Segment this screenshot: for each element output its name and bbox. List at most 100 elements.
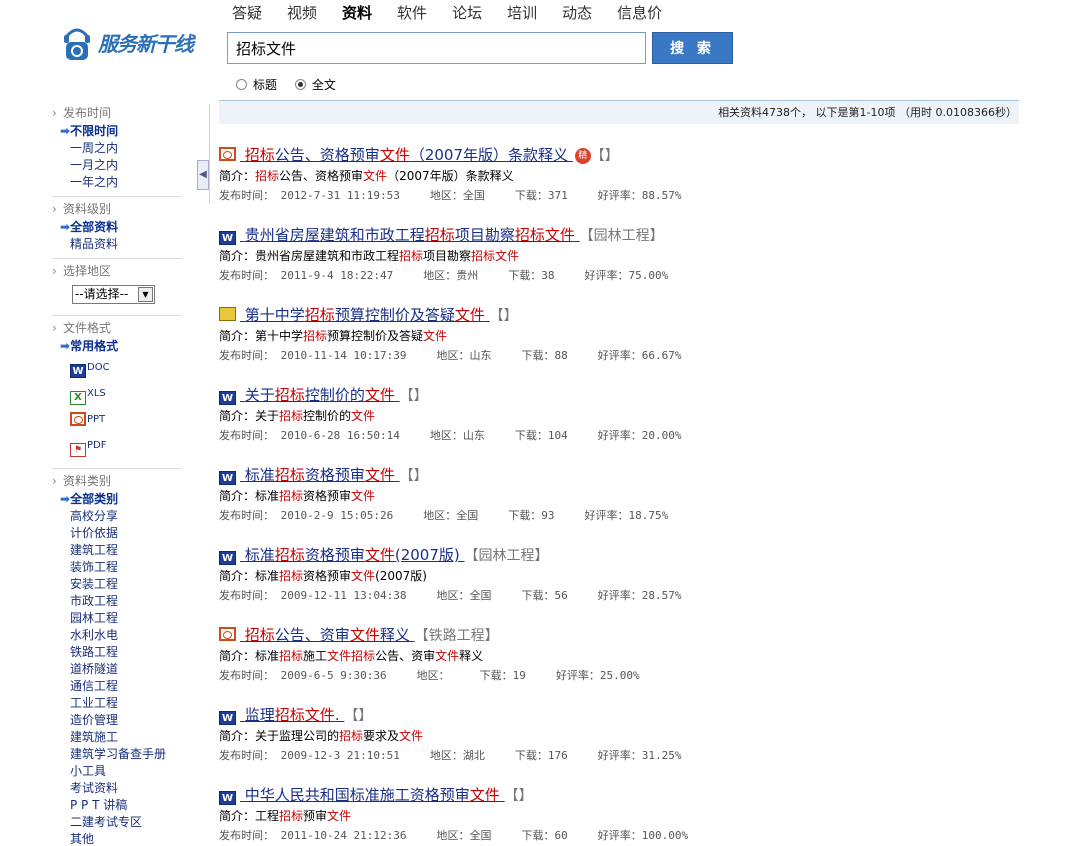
nav-item[interactable]: 动态 bbox=[562, 2, 592, 23]
intro-segment: 文件 bbox=[327, 809, 352, 823]
filter-option[interactable]: 园林工程 bbox=[52, 610, 182, 627]
filter-option[interactable]: 水利水电 bbox=[52, 627, 182, 644]
result-title-link[interactable]: 第十中学招标预算控制价及答疑文件 bbox=[240, 306, 490, 324]
meta-rating: 好评率：88.57% bbox=[597, 189, 682, 202]
intro-segment: 施工 bbox=[303, 649, 328, 663]
word-icon: W bbox=[219, 791, 236, 805]
filter-option[interactable]: 道桥隧道 bbox=[52, 661, 182, 678]
filter-option[interactable]: 计价依据 bbox=[52, 525, 182, 542]
result-title-link[interactable]: 监理招标文件. bbox=[240, 706, 344, 724]
filter-option-selected[interactable]: ➡常用格式 bbox=[52, 338, 182, 355]
filter-option[interactable]: 小工具 bbox=[52, 763, 182, 780]
result-category[interactable]: 【园林工程】 bbox=[580, 228, 664, 244]
result-category[interactable]: 【铁路工程】 bbox=[415, 628, 499, 644]
filter-option[interactable]: 一年之内 bbox=[52, 174, 182, 191]
nav-item[interactable]: 信息价 bbox=[617, 2, 662, 23]
filter-option[interactable]: 建筑学习备查手册 bbox=[52, 746, 182, 763]
ppt-icon bbox=[70, 412, 86, 426]
filter-option[interactable]: P P T 讲稿 bbox=[52, 797, 182, 814]
filter-option[interactable]: 精品资料 bbox=[52, 236, 182, 253]
format-option[interactable]: X XLS bbox=[52, 381, 182, 407]
filter-option[interactable]: 建筑工程 bbox=[52, 542, 182, 559]
nav-item[interactable]: 软件 bbox=[397, 2, 427, 23]
filter-option[interactable]: 市政工程 bbox=[52, 593, 182, 610]
format-option[interactable]: ⚑ PDF bbox=[52, 433, 182, 459]
site-logo[interactable]: 服务新干线 bbox=[62, 20, 212, 64]
result-title-link[interactable]: 贵州省房屋建筑和市政工程招标项目勘察招标文件 bbox=[240, 226, 580, 244]
filter-option[interactable]: 一月之内 bbox=[52, 157, 182, 174]
intro-segment: 简介：贵州省房屋建筑和市政工程 bbox=[219, 249, 400, 263]
filter-section-title[interactable]: › 发布时间 bbox=[52, 104, 182, 123]
filter-option[interactable]: 建筑施工 bbox=[52, 729, 182, 746]
filter-option[interactable]: 二建考试专区 bbox=[52, 814, 182, 831]
radio-fulltext[interactable] bbox=[294, 79, 306, 90]
intro-segment: 预审 bbox=[303, 809, 328, 823]
nav-item[interactable]: 答疑 bbox=[232, 2, 262, 23]
search-button[interactable]: 搜 索 bbox=[652, 32, 733, 64]
result-category[interactable]: 【】 bbox=[490, 308, 518, 324]
intro-segment: 预算控制价及答疑 bbox=[327, 329, 424, 343]
word-icon: W bbox=[219, 471, 236, 485]
intro-segment: 招标 bbox=[279, 489, 304, 503]
title-segment: 文件 bbox=[469, 786, 500, 804]
radio-title[interactable] bbox=[236, 79, 247, 90]
result-meta: 发布时间： 2009-6-5 9:30:36 地区： 下载：19 好评率：25.00% bbox=[219, 666, 1059, 685]
filter-option[interactable]: 其他 bbox=[52, 831, 182, 846]
filter-section-title[interactable]: › 资料级别 bbox=[52, 200, 182, 219]
meta-rating: 好评率：20.00% bbox=[597, 429, 682, 442]
section-divider bbox=[52, 315, 182, 316]
title-segment: 预算控制价及答疑 bbox=[334, 306, 455, 324]
filter-option[interactable]: 造价管理 bbox=[52, 712, 182, 729]
meta-date: 发布时间： 2011-10-24 21:12:36 bbox=[219, 829, 407, 842]
result-category[interactable]: 【】 bbox=[505, 788, 533, 804]
meta-date: 发布时间： 2010-6-28 16:50:14 bbox=[219, 429, 400, 442]
filter-option[interactable]: 一周之内 bbox=[52, 140, 182, 157]
result-intro: 简介：关于监理公司的招标要求及文件 bbox=[219, 727, 1059, 746]
scope-title-option[interactable]: 标题 bbox=[236, 78, 277, 92]
filter-option[interactable]: 高校分享 bbox=[52, 508, 182, 525]
filter-section-title[interactable]: › 文件格式 bbox=[52, 319, 182, 338]
result-title-link[interactable]: 标准招标资格预审文件(2007版) bbox=[240, 546, 465, 564]
result-title-link[interactable]: 标准招标资格预审文件 bbox=[240, 466, 400, 484]
filter-option[interactable]: 装饰工程 bbox=[52, 559, 182, 576]
filter-option-selected[interactable]: ➡不限时间 bbox=[52, 123, 182, 140]
result-intro: 简介：标准招标资格预审文件 bbox=[219, 487, 1059, 506]
result-category[interactable]: 【园林工程】 bbox=[465, 548, 549, 564]
nav-item[interactable]: 视频 bbox=[287, 2, 317, 23]
title-segment: 文件 bbox=[349, 626, 380, 644]
result-title-link[interactable]: 关于招标控制价的文件 bbox=[240, 386, 400, 404]
filter-option[interactable]: 工业工程 bbox=[52, 695, 182, 712]
meta-downloads: 下载：93 bbox=[508, 509, 555, 522]
result-title-link[interactable]: 招标公告、资审文件释义 bbox=[240, 626, 415, 644]
filter-option-selected[interactable]: ➡全部类别 bbox=[52, 491, 182, 508]
result-title-link[interactable]: 招标公告、资格预审文件（2007年版）条款释义 bbox=[240, 146, 573, 164]
filter-option[interactable]: 铁路工程 bbox=[52, 644, 182, 661]
result-intro: 简介：贵州省房屋建筑和市政工程招标项目勘察招标文件 bbox=[219, 247, 1059, 266]
result-category[interactable]: 【】 bbox=[400, 388, 428, 404]
title-segment: 招标文件 bbox=[274, 706, 335, 724]
filter-option[interactable]: 通信工程 bbox=[52, 678, 182, 695]
filter-section-title[interactable]: › 选择地区 bbox=[52, 262, 182, 281]
nav-item[interactable]: 培训 bbox=[507, 2, 537, 23]
result-category[interactable]: 【】 bbox=[400, 468, 428, 484]
filter-section-title[interactable]: › 资料类别 bbox=[52, 472, 182, 491]
result-title-link[interactable]: 中华人民共和国标准施工资格预审文件 bbox=[240, 786, 505, 804]
scope-fulltext-option[interactable]: 全文 bbox=[294, 78, 336, 92]
title-segment: 招标 bbox=[424, 226, 455, 244]
region-select[interactable]: --请选择-- ▼ bbox=[72, 285, 155, 304]
format-option[interactable]: W DOC bbox=[52, 355, 182, 381]
nav-item[interactable]: 资料 bbox=[342, 2, 372, 23]
filter-option[interactable]: 考试资料 bbox=[52, 780, 182, 797]
filter-option-label: 常用格式 bbox=[70, 339, 119, 353]
collapse-sidebar-button[interactable]: ◀ bbox=[197, 160, 209, 190]
format-option[interactable]: PPT bbox=[52, 407, 182, 433]
filter-option[interactable]: 安装工程 bbox=[52, 576, 182, 593]
result-title: 第十中学招标预算控制价及答疑文件 【】 bbox=[219, 305, 1059, 327]
result-category[interactable]: 【】 bbox=[591, 148, 619, 164]
result-item: W 标准招标资格预审文件 【】 简介：标准招标资格预审文件 发布时间： 2010-2… bbox=[219, 465, 1059, 545]
filter-option-selected[interactable]: ➡全部资料 bbox=[52, 219, 182, 236]
result-category[interactable]: 【】 bbox=[344, 708, 372, 724]
nav-item[interactable]: 论坛 bbox=[452, 2, 482, 23]
filter-option-label: 全部资料 bbox=[70, 220, 119, 234]
search-input[interactable] bbox=[227, 32, 646, 64]
